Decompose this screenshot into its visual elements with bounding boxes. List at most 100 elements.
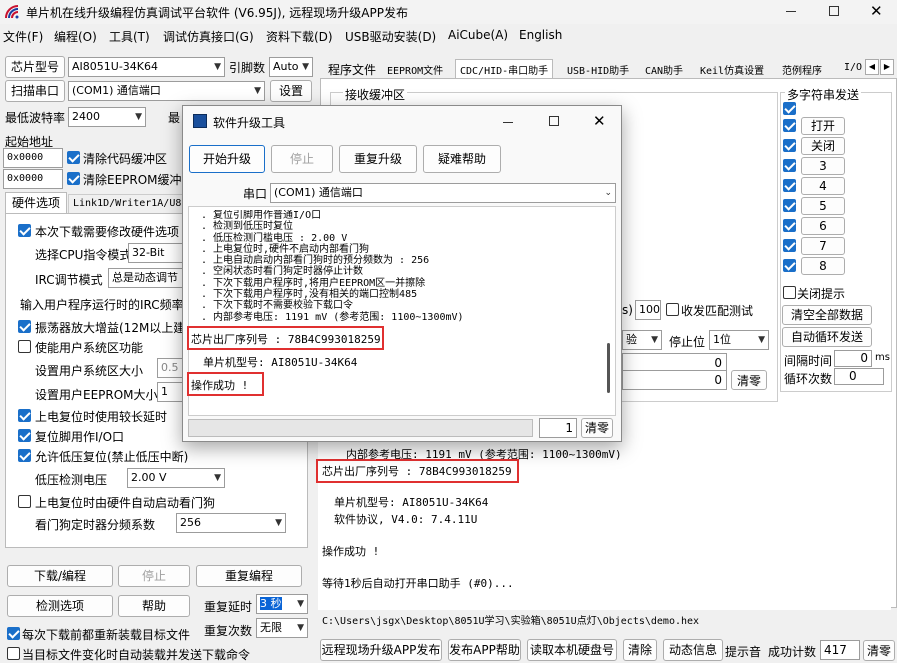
close-icon[interactable]: ✕	[870, 2, 883, 20]
ms-send-open[interactable]: 打开	[801, 117, 845, 135]
tab-cdc-hid[interactable]: CDC/HID-串口助手	[455, 59, 554, 79]
stopbit-select[interactable]: 1位 ▼	[709, 330, 769, 350]
ms-check-3[interactable]	[783, 159, 796, 172]
settings-button[interactable]: 设置	[270, 80, 312, 102]
chevron-down-icon: ▼	[297, 623, 304, 633]
loop-input[interactable]: 0	[834, 368, 884, 385]
dialog-port-select[interactable]: (COM1) 通信端口 ⌄	[270, 183, 616, 203]
stop-upgrade-button[interactable]: 停止	[271, 145, 333, 173]
dialog-minimize-icon[interactable]	[503, 122, 513, 123]
eeprom-addr-input[interactable]: 0x0000	[3, 169, 63, 189]
port-select[interactable]: (COM1) 通信端口 ▼	[68, 81, 265, 101]
read-disk-button[interactable]: 读取本机硬盘号	[527, 639, 617, 661]
ms-check-5[interactable]	[783, 199, 796, 212]
wdt-div-select[interactable]: 256 ▼	[176, 513, 286, 533]
ms-send-4[interactable]: 4	[801, 177, 845, 195]
chip-select[interactable]: AI8051U-34K64 ▼	[68, 57, 225, 77]
parity-select[interactable]: 验 ▼	[622, 330, 662, 350]
stop-button[interactable]: 停止	[118, 565, 190, 587]
pin-select[interactable]: Auto ▼	[269, 57, 313, 77]
tab-io[interactable]: I/O	[844, 62, 862, 73]
recv-match-checkbox[interactable]	[666, 303, 679, 316]
check-options-button[interactable]: 检测选项	[7, 595, 113, 617]
modify-hw-checkbox[interactable]	[18, 224, 31, 237]
tab-scroll-right-icon[interactable]: ▶	[880, 59, 894, 75]
dialog-scrollbar[interactable]	[607, 343, 610, 393]
troubleshoot-button[interactable]: 疑难帮助	[423, 145, 501, 173]
maximize-icon[interactable]	[829, 6, 839, 16]
reprogram-button[interactable]: 重复编程	[196, 565, 302, 587]
remote-publish-button[interactable]: 远程现场升级APP发布	[320, 639, 442, 661]
dialog-clear-button[interactable]: 清零	[581, 418, 613, 438]
clear-code-checkbox[interactable]	[67, 151, 80, 164]
irc-mode-select[interactable]: 总是动态调节	[108, 268, 188, 288]
tab-usb-hid[interactable]: USB-HID助手	[567, 62, 629, 77]
tab-program-file[interactable]: 程序文件	[328, 61, 376, 78]
low-volt-checkbox[interactable]	[18, 449, 31, 462]
dialog-close-icon[interactable]: ✕	[593, 112, 606, 130]
menu-program[interactable]: 编程(O)	[54, 28, 97, 45]
menu-usb[interactable]: USB驱动安装(D)	[345, 28, 436, 45]
download-button[interactable]: 下载/编程	[7, 565, 113, 587]
tab-eeprom-file[interactable]: EEPROM文件	[387, 62, 443, 77]
publish-help-button[interactable]: 发布APP帮助	[448, 639, 521, 661]
clear-button[interactable]: 清除	[623, 639, 657, 661]
help-button[interactable]: 帮助	[118, 595, 190, 617]
osc-amp-checkbox[interactable]	[18, 320, 31, 333]
ms-check-8[interactable]	[783, 259, 796, 272]
ms-send-5[interactable]: 5	[801, 197, 845, 215]
tab-scroll-left-icon[interactable]: ◀	[865, 59, 879, 75]
ms-send-8[interactable]: 8	[801, 257, 845, 275]
repeat-count-select[interactable]: 无限 ▼	[256, 618, 308, 638]
ms-send-close[interactable]: 关闭	[801, 137, 845, 155]
tab-examples[interactable]: 范例程序	[782, 62, 822, 77]
auto-loop-button[interactable]: 自动循环发送	[782, 327, 872, 347]
menu-aicube[interactable]: AiCube(A)	[448, 28, 508, 42]
start-upgrade-button[interactable]: 开始升级	[189, 145, 265, 173]
code-addr-input[interactable]: 0x0000	[3, 148, 63, 168]
repeat-delay-select[interactable]: 3 秒 ▼	[256, 594, 308, 614]
chevron-down-icon: ▼	[297, 599, 304, 609]
tab-can[interactable]: CAN助手	[645, 62, 683, 77]
user-sys-checkbox[interactable]	[18, 340, 31, 353]
tab-link1d[interactable]: Link1D/Writer1A/U8	[68, 194, 188, 214]
ms-check-7[interactable]	[783, 239, 796, 252]
ms-send-6[interactable]: 6	[801, 217, 845, 235]
menu-english[interactable]: English	[519, 28, 562, 42]
menu-debug[interactable]: 调试仿真接口(G)	[163, 28, 254, 45]
ms-check-2[interactable]	[783, 139, 796, 152]
auto-reload-checkbox[interactable]	[7, 647, 20, 660]
cpu-mode-select[interactable]: 32-Bit	[128, 243, 188, 263]
reload-each-checkbox[interactable]	[7, 627, 20, 640]
reset-io-checkbox[interactable]	[18, 429, 31, 442]
ms-check-1[interactable]	[783, 119, 796, 132]
tab-hardware[interactable]: 硬件选项	[5, 192, 67, 214]
dynamic-info-button[interactable]: 动态信息	[663, 639, 723, 661]
timeout-input[interactable]: 100	[635, 300, 661, 320]
wdt-auto-checkbox[interactable]	[18, 495, 31, 508]
max-baud-label: 最	[168, 111, 181, 125]
dialog-maximize-icon[interactable]	[549, 116, 559, 126]
clear-success-button[interactable]: 清零	[863, 640, 895, 661]
chevron-down-icon: ▼	[651, 335, 658, 345]
long-delay-checkbox[interactable]	[18, 409, 31, 422]
clear-eeprom-checkbox[interactable]	[67, 172, 80, 185]
ms-check-6[interactable]	[783, 219, 796, 232]
scan-port-button[interactable]: 扫描串口	[5, 80, 65, 102]
clear-count-button[interactable]: 清零	[731, 370, 767, 390]
ms-check-0[interactable]	[783, 102, 796, 115]
menu-tools[interactable]: 工具(T)	[109, 28, 150, 45]
close-hint-checkbox[interactable]	[783, 286, 796, 299]
menu-file[interactable]: 文件(F)	[3, 28, 43, 45]
tab-keil[interactable]: Keil仿真设置	[700, 62, 764, 77]
ms-send-3[interactable]: 3	[801, 157, 845, 175]
ms-send-7[interactable]: 7	[801, 237, 845, 255]
min-baud-select[interactable]: 2400 ▼	[68, 107, 146, 127]
minimize-icon[interactable]	[786, 11, 796, 12]
menu-download[interactable]: 资料下载(D)	[266, 28, 333, 45]
clear-all-button[interactable]: 清空全部数据	[782, 305, 872, 325]
repeat-upgrade-button[interactable]: 重复升级	[339, 145, 417, 173]
interval-input[interactable]: 0	[834, 350, 872, 367]
ms-check-4[interactable]	[783, 179, 796, 192]
lv-detect-select[interactable]: 2.00 V ▼	[127, 468, 225, 488]
